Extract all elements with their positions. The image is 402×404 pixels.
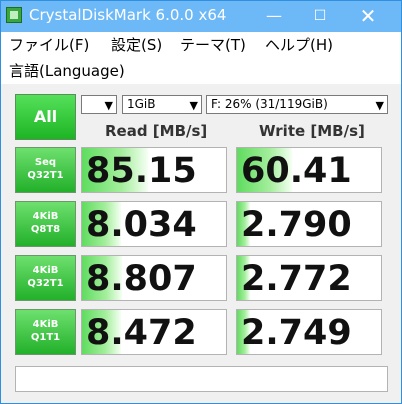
- all-button[interactable]: All: [15, 94, 76, 140]
- test-params: Q8T8: [30, 224, 61, 235]
- menu-bar: ファイル(F) 設定(S) テーマ(T) ヘルプ(H) 言語(Language): [1, 32, 401, 84]
- test-count-select[interactable]: ▼: [81, 95, 117, 114]
- read-value: 8.807: [86, 259, 197, 299]
- write-value: 2.790: [241, 205, 352, 245]
- app-icon: [6, 7, 22, 23]
- read-header: Read [MB/s]: [105, 122, 208, 140]
- test-size-select[interactable]: 1GiB ▼: [122, 95, 202, 114]
- menu-language[interactable]: 言語(Language): [9, 60, 125, 81]
- menu-theme[interactable]: テーマ(T): [180, 34, 246, 55]
- write-value: 2.772: [241, 259, 352, 299]
- read-value: 85.15: [86, 151, 197, 191]
- test-params: Q1T1: [30, 332, 61, 343]
- window-title: CrystalDiskMark 6.0.0 x64: [29, 6, 227, 24]
- maximize-button[interactable]: ☐: [297, 1, 343, 32]
- read-value: 8.472: [86, 313, 197, 353]
- menu-help[interactable]: ヘルプ(H): [265, 34, 333, 55]
- crystaldiskmark-window: CrystalDiskMark 6.0.0 x64 — ☐ ✕ ファイル(F) …: [0, 0, 402, 404]
- write-value: 60.41: [241, 151, 352, 191]
- write-value: 2.749: [241, 313, 352, 353]
- read-result: 8.807: [81, 255, 227, 301]
- test-name: Seq: [34, 157, 57, 168]
- write-header: Write [MB/s]: [259, 122, 365, 140]
- read-result: 85.15: [81, 147, 227, 193]
- read-value: 8.034: [86, 205, 197, 245]
- test-params: Q32T1: [27, 170, 64, 181]
- test-name: 4KiB: [32, 319, 59, 330]
- 4kib-q1t1-button[interactable]: 4KiB Q1T1: [15, 309, 76, 355]
- drive-value: F: 26% (31/119GiB): [211, 97, 328, 111]
- read-result: 8.472: [81, 309, 227, 355]
- test-params: Q32T1: [27, 278, 64, 289]
- write-result: 60.41: [236, 147, 382, 193]
- test-size-value: 1GiB: [127, 97, 156, 111]
- chevron-down-icon: ▼: [189, 99, 198, 112]
- drive-select[interactable]: F: 26% (31/119GiB) ▼: [206, 95, 388, 114]
- chevron-down-icon: ▼: [375, 99, 384, 112]
- write-result: 2.749: [236, 309, 382, 355]
- close-button[interactable]: ✕: [345, 1, 391, 32]
- 4kib-q32t1-button[interactable]: 4KiB Q32T1: [15, 255, 76, 301]
- read-result: 8.034: [81, 201, 227, 247]
- test-name: 4KiB: [32, 211, 59, 222]
- menu-file[interactable]: ファイル(F): [9, 34, 89, 55]
- write-result: 2.772: [236, 255, 382, 301]
- test-name: 4KiB: [32, 265, 59, 276]
- menu-settings[interactable]: 設定(S): [111, 34, 162, 55]
- write-result: 2.790: [236, 201, 382, 247]
- 4kib-q8t8-button[interactable]: 4KiB Q8T8: [15, 201, 76, 247]
- seq-q32t1-button[interactable]: Seq Q32T1: [15, 147, 76, 193]
- comment-field[interactable]: [15, 366, 388, 392]
- chevron-down-icon: ▼: [104, 99, 113, 112]
- minimize-button[interactable]: —: [251, 1, 297, 32]
- title-bar[interactable]: CrystalDiskMark 6.0.0 x64 — ☐ ✕: [1, 1, 401, 32]
